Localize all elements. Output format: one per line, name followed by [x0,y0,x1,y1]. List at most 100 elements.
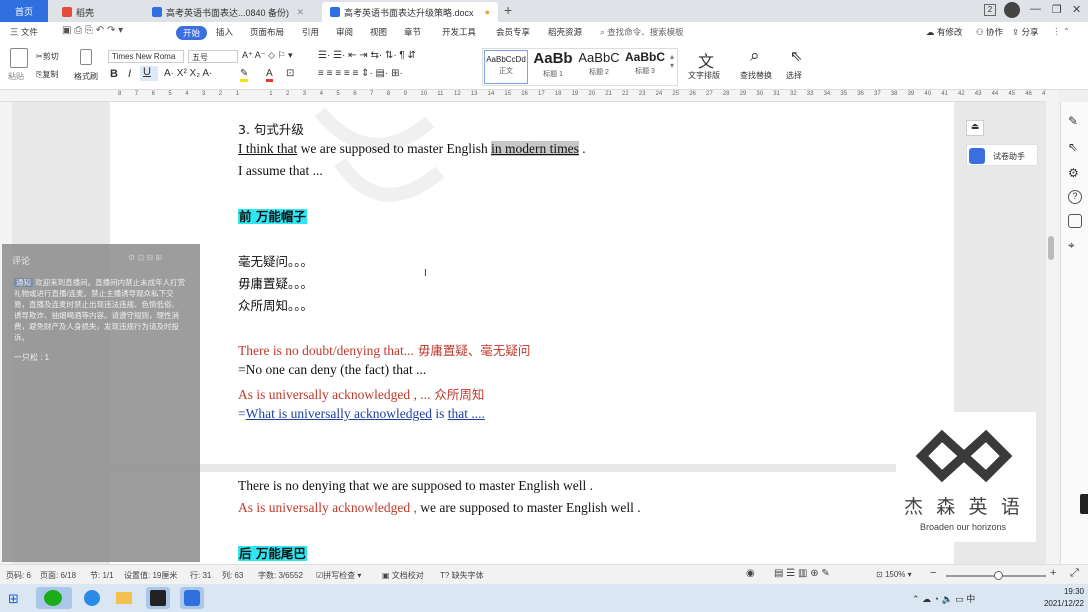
taskbar-wps[interactable] [146,587,170,609]
menu-references[interactable]: 引用 [302,26,319,38]
text-run: we are supposed to master English [297,141,492,156]
collaborate-button[interactable]: ⚇ 协作 [976,26,1003,38]
live-comment-overlay[interactable]: 评论 ⚙ ⊡ ⊟ ⊞ 通知 欢迎来到直播间。直播间内禁止未成年人打赏礼物或进行直… [2,244,200,562]
paste-button[interactable]: 粘贴 [8,71,24,82]
view-mode-icons[interactable]: ▤ ☰ ▥ ⊕ ✎ [774,568,830,579]
taskbar-ie[interactable] [80,587,104,609]
vertical-scrollbar[interactable] [1046,90,1058,564]
menu-start[interactable]: 开始 [176,26,208,40]
horizontal-ruler[interactable]: 8 7 6 5 4 3 2 1 1 2 3 4 5 6 7 8 9 10 11 12 13 14 15 16 17 18 19 20 2… [0,90,1049,102]
menu-insert[interactable]: 插入 [216,26,233,38]
taskbar-wechat[interactable] [36,587,72,609]
fullscreen-icon[interactable]: ⤢ [1070,567,1079,580]
zoom-out-icon[interactable]: − [930,567,936,579]
restore-icon[interactable]: ❐ [1052,3,1062,16]
paste-icon[interactable] [10,48,28,68]
ruler-number: 24 [655,91,663,97]
close-tab-icon[interactable]: ✕ [296,7,304,18]
text-run: we are supposed to master English well . [416,500,641,515]
file-menu[interactable]: 三 文件 [10,26,38,38]
spell-check-button[interactable]: ☑拼写检查 ▾ [316,570,361,581]
window-counter[interactable]: 2 [984,4,996,16]
has-changes-button[interactable]: ☁ 有修改 [926,26,962,38]
new-tab-button[interactable]: + [504,2,512,18]
find-replace-button[interactable]: 查找替换 [740,70,772,81]
italic-icon[interactable]: I [128,68,131,80]
collapse-panel-icon[interactable]: ⏏ [966,120,984,136]
tab-home[interactable]: 首页 [0,0,48,22]
menu-chapter[interactable]: 章节 [404,26,421,38]
style-heading-3[interactable]: AaBbC 标题 3 [622,50,668,84]
status-pages[interactable]: 页面: 6/18 [40,570,76,581]
find-icon[interactable]: ⌕ [750,46,760,66]
highlight-icon[interactable]: ✎ [240,68,249,82]
font-size-select[interactable]: 五号 [188,50,238,63]
status-words[interactable]: 字数: 3/6552 [258,570,303,581]
missing-font-button[interactable]: T? 缺失字体 [440,570,484,581]
underline-button[interactable]: U [140,66,158,81]
style-heading-2[interactable]: AaBbC 标题 2 [576,50,622,84]
minimize-icon[interactable]: — [1030,3,1041,15]
menu-view[interactable]: 视图 [370,26,387,38]
style-normal[interactable]: AaBbCcDd 正文 [484,50,528,84]
zoom-fit-button[interactable]: ⊡ 150% ▾ [876,570,912,579]
zoom-slider[interactable] [946,571,1046,580]
menu-review[interactable]: 审阅 [336,26,353,38]
pointer-icon[interactable]: ⇖ [1068,140,1082,154]
proofread-button[interactable]: ▣ 文档校对 [382,570,424,581]
backup-icon[interactable] [1068,214,1082,228]
side-collapse-tab[interactable] [1080,494,1088,514]
menu-page-layout[interactable]: 页面布局 [250,26,284,38]
menu-developer[interactable]: 开发工具 [442,26,476,38]
menu-member[interactable]: 会员专享 [496,26,530,38]
select-button[interactable]: 选择 [786,70,802,81]
taskbar-explorer[interactable] [112,587,136,609]
settings-sliders-icon[interactable]: ⚙ [1068,166,1082,180]
system-tray-icons[interactable]: ⌃ ☁ ◔ 🔈 ▭ 中 [912,592,975,605]
text-layout-button[interactable]: 文字排版 [688,70,720,81]
cut-button[interactable]: ✂剪切 [36,51,59,62]
tab-document-backup[interactable]: 高考英语书面表达...0840 备份) ✕ [144,2,312,22]
font-color-icon[interactable]: A [266,68,273,82]
taskbar-meeting[interactable] [180,587,204,609]
comment-tag: 通知 [14,278,33,287]
command-search[interactable]: ⌕ 查找命令、搜索模板 [600,26,684,38]
style-heading-1[interactable]: AaBb 标题 1 [530,50,576,84]
cursor-select-icon[interactable]: ⇖ [790,47,803,65]
bold-icon[interactable]: B [110,68,118,80]
doc-line-no-denying: There is no denying that we are supposed… [238,478,594,493]
styles-scroll-icon[interactable]: ▴ ▾ [670,52,674,70]
align-icons[interactable]: ≡ ≡ ≡ ≡ ≡ ⇕· ▤· ⊞· [318,68,403,79]
share-button[interactable]: ⇪ 分享 [1012,26,1039,38]
clock-date[interactable]: 2021/12/22 [1032,599,1084,608]
windows-start-icon[interactable]: ⊞ [8,591,19,607]
list-icons[interactable]: ☰· ☰· ⇤ ⇥ ⇆· ⇅· ¶ ⇵ [318,50,416,61]
zoom-slider-thumb[interactable] [994,571,1003,580]
copy-button[interactable]: ⎘复制 [36,69,58,80]
scrollbar-thumb[interactable] [1048,236,1054,260]
tab-docer[interactable]: 稻壳 [54,2,142,22]
location-icon[interactable]: ⌖ [1068,238,1082,252]
close-window-icon[interactable]: ✕ [1072,3,1081,16]
char-border-icon[interactable]: ⊡ [286,68,294,79]
format-painter-button[interactable]: 格式刷 [74,71,98,82]
exam-assistant-button[interactable]: 试卷助手 [966,144,1038,166]
tab-document-active[interactable]: 高考英语书面表达升级策略.docx ● [322,2,498,22]
zoom-in-icon[interactable]: + [1050,567,1056,579]
more-icon[interactable]: ⋮ ⌃ [1052,26,1070,37]
font-name-select[interactable]: Times New Roma [108,50,184,63]
eye-protection-icon[interactable]: ◉ [746,568,755,579]
quick-access-icons[interactable]: ▣ ⎙ ⎘ ↶ ↷ ▾ [62,25,123,36]
unsaved-dot-icon[interactable]: ● [485,7,490,17]
format-painter-icon[interactable] [80,49,92,65]
help-icon[interactable]: ? [1068,190,1082,204]
text-effects-icons[interactable]: A· X² X₂ A· [164,68,212,79]
spell-check-label: 拼写检查 [323,571,356,580]
text-layout-icon[interactable]: ⽂ [698,48,714,72]
comment-controls-icons[interactable]: ⚙ ⊡ ⊟ ⊞ [128,253,162,262]
pen-icon[interactable]: ✎ [1068,114,1082,128]
menu-docer-resources[interactable]: 稻壳资源 [548,26,582,38]
avatar[interactable] [1004,2,1020,18]
font-grow-shrink-icons[interactable]: A⁺ A⁻ ◇ ⚐ ▾ [242,50,293,61]
clock-time[interactable]: 19:30 [1040,587,1084,596]
